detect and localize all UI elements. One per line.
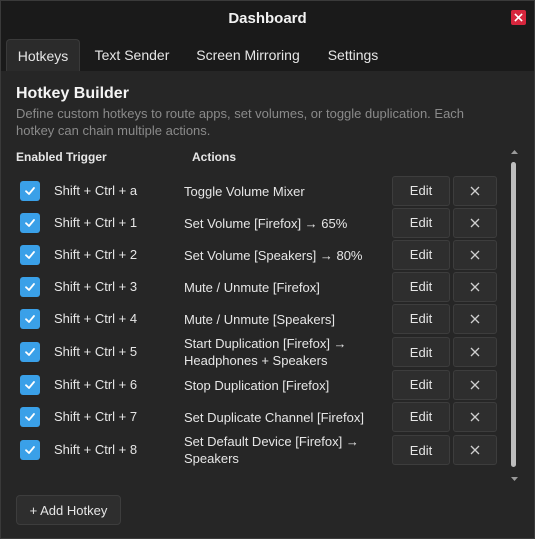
delete-button[interactable]	[453, 303, 497, 334]
close-icon	[470, 412, 480, 421]
hotkey-action: Start Duplication [Firefox] → Headphones…	[184, 336, 347, 368]
checkmark-icon	[25, 250, 35, 259]
edit-button[interactable]: Edit	[392, 435, 450, 465]
close-icon	[470, 250, 480, 259]
delete-button[interactable]	[453, 401, 497, 432]
hotkey-action: Toggle Volume Mixer	[184, 183, 305, 199]
edit-button[interactable]: Edit	[392, 207, 450, 238]
tab-screen-mirroring[interactable]: Screen Mirroring	[185, 39, 311, 71]
checkmark-icon	[25, 446, 35, 454]
hotkey-action: Mute / Unmute [Firefox]	[184, 279, 320, 295]
scrollbar[interactable]	[508, 148, 521, 483]
edit-button[interactable]: Edit	[392, 369, 450, 400]
checkmark-icon	[25, 412, 35, 421]
checkmark-icon	[25, 186, 35, 195]
checkmark-icon	[25, 314, 35, 323]
hotkey-action: Set Default Device [Firefox] → Speakers	[184, 434, 359, 466]
checkmark-icon	[25, 348, 35, 356]
delete-button[interactable]	[453, 435, 497, 465]
close-icon	[470, 380, 480, 389]
tab-hotkeys[interactable]: Hotkeys	[6, 39, 80, 71]
hotkey-trigger: Shift + Ctrl + a	[54, 182, 138, 198]
delete-button[interactable]	[453, 175, 497, 206]
enabled-checkbox[interactable]	[20, 374, 40, 395]
tab-bar: Hotkeys Text Sender Screen Mirroring Set…	[1, 35, 534, 71]
hotkeys-panel: Hotkey Builder Define custom hotkeys to …	[1, 71, 534, 538]
window-title: Dashboard	[228, 10, 307, 27]
enabled-checkbox[interactable]	[20, 212, 40, 233]
enabled-checkbox[interactable]	[20, 440, 40, 460]
close-icon	[470, 218, 480, 227]
close-icon	[470, 314, 480, 323]
edit-button[interactable]: Edit	[392, 401, 450, 432]
hotkey-action: Set Volume [Firefox] → 65%	[184, 215, 348, 231]
close-icon	[470, 282, 480, 291]
page-title: Hotkey Builder	[16, 85, 129, 102]
hotkey-trigger: Shift + Ctrl + 3	[54, 278, 138, 294]
delete-button[interactable]	[453, 239, 497, 270]
hotkey-trigger: Shift + Ctrl + 4	[54, 310, 138, 326]
hotkey-action: Mute / Unmute [Speakers]	[184, 311, 336, 327]
edit-button[interactable]: Edit	[392, 271, 450, 302]
edit-button[interactable]: Edit	[392, 239, 450, 270]
scrollbar-thumb[interactable]	[511, 162, 516, 467]
close-icon	[470, 186, 480, 195]
enabled-checkbox[interactable]	[20, 406, 40, 427]
scroll-down-arrow-icon[interactable]	[510, 475, 519, 483]
checkmark-icon	[25, 218, 35, 227]
close-icon	[514, 13, 523, 22]
close-icon	[470, 445, 480, 455]
enabled-checkbox[interactable]	[20, 244, 40, 265]
hotkey-action: Set Duplicate Channel [Firefox]	[184, 409, 364, 425]
checkmark-icon	[25, 282, 35, 291]
hotkey-trigger: Shift + Ctrl + 6	[54, 376, 138, 392]
column-header-actions: Actions	[192, 150, 237, 164]
checkmark-icon	[25, 380, 35, 389]
scroll-up-arrow-icon[interactable]	[510, 148, 519, 156]
close-button[interactable]	[511, 10, 526, 25]
hotkey-trigger: Shift + Ctrl + 7	[54, 408, 138, 424]
hotkey-trigger: Shift + Ctrl + 5	[54, 344, 138, 359]
tab-text-sender[interactable]: Text Sender	[85, 39, 179, 71]
edit-button[interactable]: Edit	[392, 175, 450, 206]
delete-button[interactable]	[453, 207, 497, 238]
edit-button[interactable]: Edit	[392, 303, 450, 334]
title-bar: Dashboard	[1, 1, 534, 35]
enabled-checkbox[interactable]	[20, 308, 40, 329]
column-header-enabled-trigger: Enabled Trigger	[16, 150, 107, 164]
edit-button[interactable]: Edit	[392, 337, 450, 367]
hotkey-trigger: Shift + Ctrl + 1	[54, 214, 138, 230]
hotkey-action: Stop Duplication [Firefox]	[184, 377, 330, 393]
enabled-checkbox[interactable]	[20, 180, 40, 201]
app-window: Dashboard Hotkeys Text Sender Screen Mir…	[0, 0, 535, 539]
delete-button[interactable]	[453, 337, 497, 367]
tab-settings[interactable]: Settings	[317, 39, 389, 71]
hotkey-trigger: Shift + Ctrl + 2	[54, 246, 138, 262]
hotkey-trigger: Shift + Ctrl + 8	[54, 442, 138, 457]
hotkey-action: Set Volume [Speakers] → 80%	[184, 247, 363, 263]
add-hotkey-button[interactable]: + Add Hotkey	[16, 495, 121, 525]
page-description: Define custom hotkeys to route apps, set…	[16, 106, 465, 138]
close-icon	[470, 347, 480, 357]
delete-button[interactable]	[453, 369, 497, 400]
delete-button[interactable]	[453, 271, 497, 302]
enabled-checkbox[interactable]	[20, 342, 40, 362]
enabled-checkbox[interactable]	[20, 276, 40, 297]
